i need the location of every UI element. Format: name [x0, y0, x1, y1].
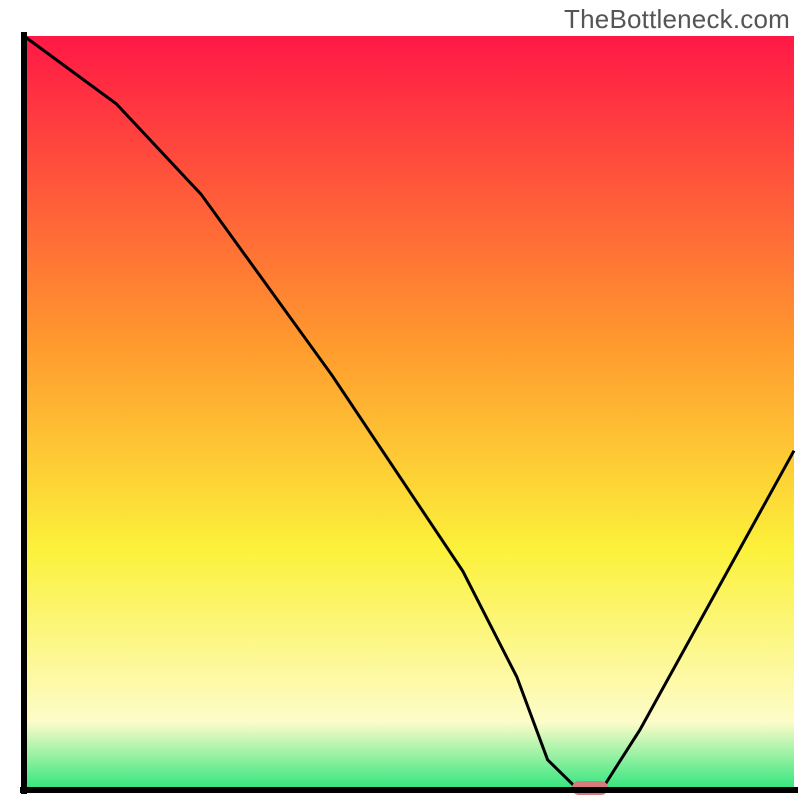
- plot-background: [24, 36, 794, 790]
- watermark-label: TheBottleneck.com: [564, 4, 790, 35]
- chart-plot: [0, 0, 800, 800]
- chart-container: TheBottleneck.com: [0, 0, 800, 800]
